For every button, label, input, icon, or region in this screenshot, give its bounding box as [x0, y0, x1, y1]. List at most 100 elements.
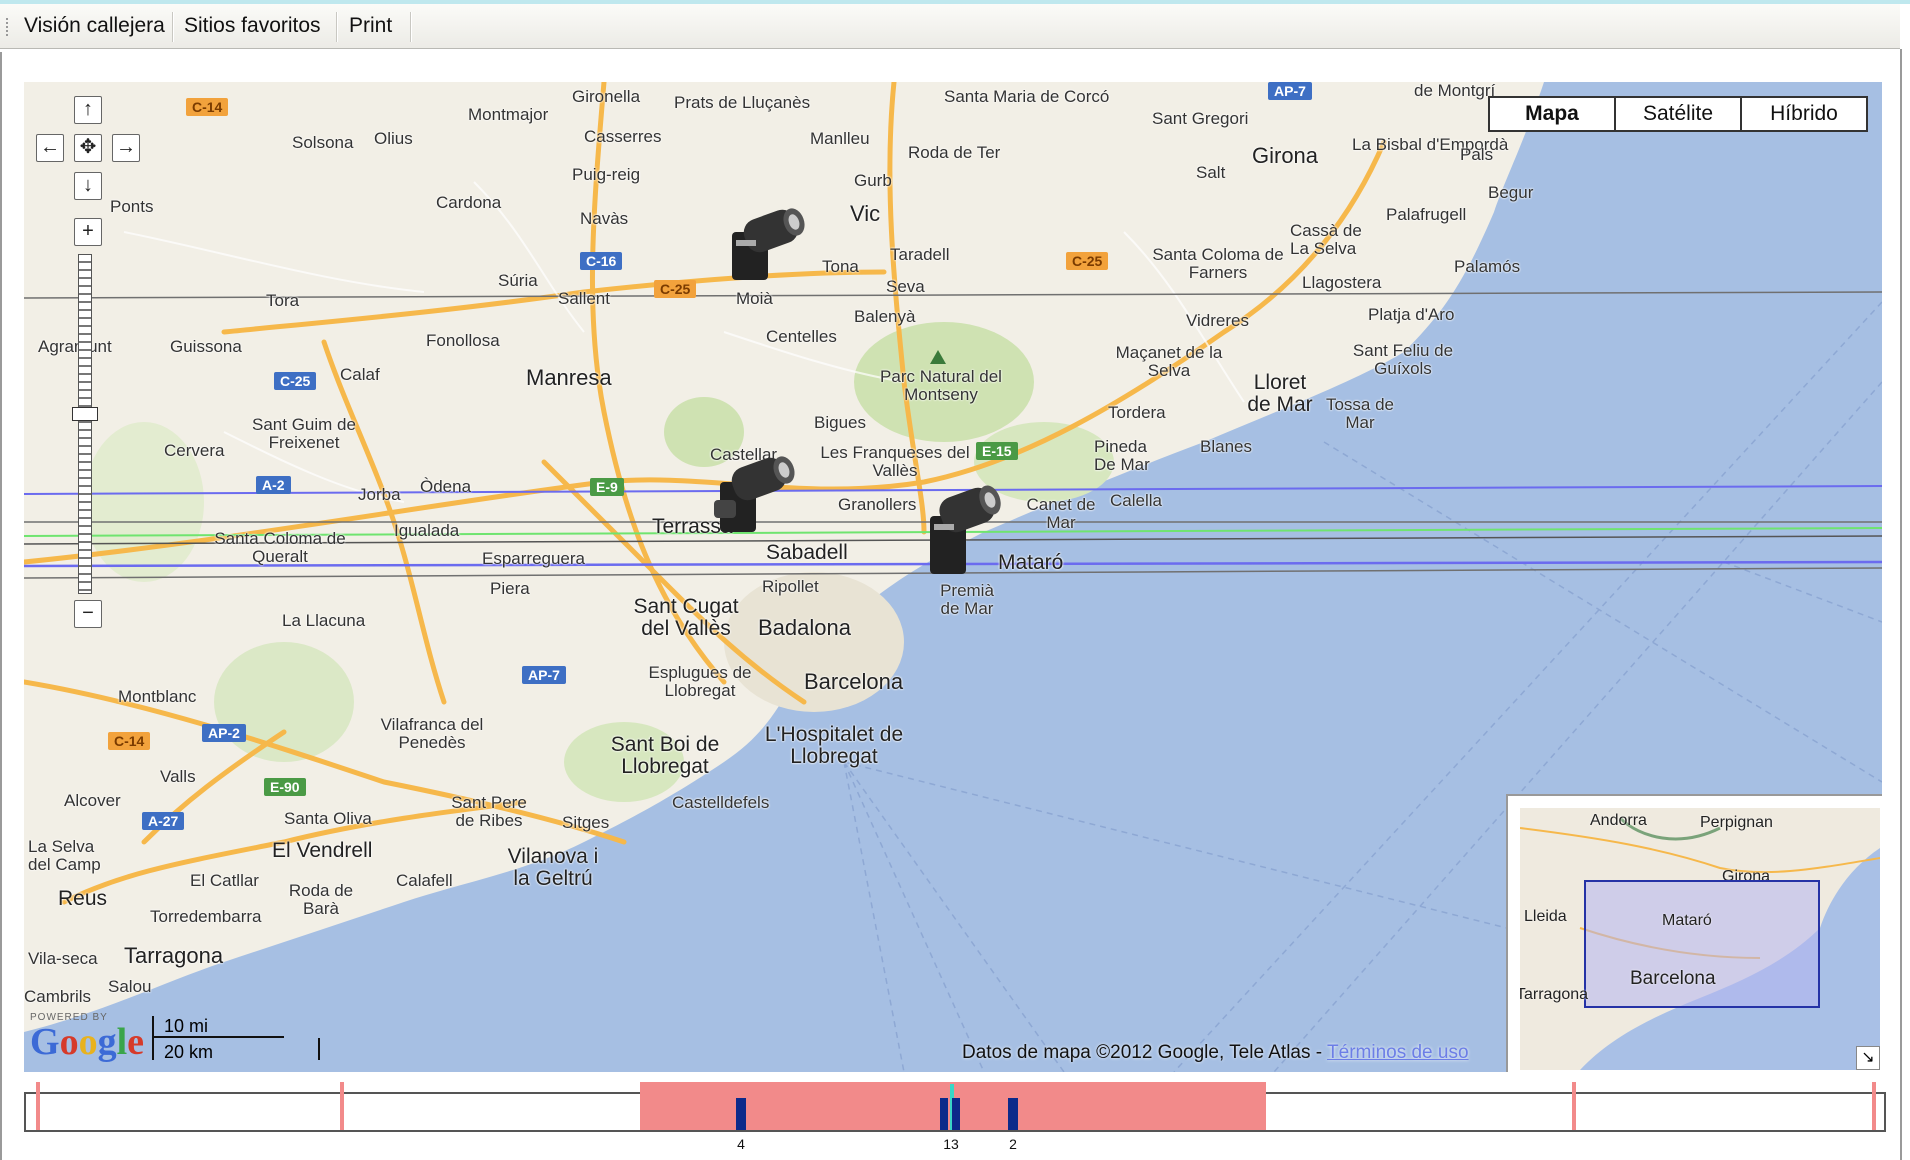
map-label: Canet de Mar [1026, 495, 1096, 532]
map-label: Girona [1252, 143, 1319, 168]
pan-center-button[interactable]: ✥ [74, 134, 102, 162]
google-logo[interactable]: POWERED BY Google [30, 1012, 144, 1061]
camera-marker-icon[interactable] [722, 206, 812, 292]
map-label: Cervera [164, 441, 225, 460]
map-type-control: Mapa Satélite Híbrido [1488, 96, 1868, 132]
map-label: Sant Gregori [1152, 109, 1249, 128]
zoom-in-button[interactable]: + [74, 218, 102, 246]
map-label: La Selva del Camp [28, 837, 101, 874]
pan-right-button[interactable]: → [112, 134, 140, 162]
favorite-sites-button[interactable]: Sitios favoritos [168, 4, 337, 48]
map-label: de Montgrí [1414, 82, 1496, 100]
map-label: Cardona [436, 193, 502, 212]
road-shield: E-9 [590, 478, 624, 496]
map-label: Palamós [1454, 257, 1521, 276]
zoom-slider-thumb[interactable] [72, 407, 98, 422]
overview-label: Mataró [1662, 912, 1712, 929]
map-label: Platja d'Aro [1368, 305, 1455, 324]
timeline-marker [36, 1082, 40, 1130]
print-button[interactable]: Print [333, 4, 408, 48]
map-label: Sant Feliu de Guíxols [1352, 341, 1454, 378]
zoom-slider-track[interactable] [78, 254, 92, 594]
map-label: Barcelona [804, 669, 904, 694]
map-label: Sant Cugat del Vallès [633, 595, 739, 641]
street-view-button[interactable]: Visión callejera [8, 4, 181, 48]
map-label: L'Hospitalet de Llobregat [764, 723, 904, 769]
camera-marker-icon[interactable] [710, 452, 804, 542]
timeline-event[interactable] [736, 1098, 746, 1130]
map-label: Sallent [558, 289, 610, 308]
map-label: Reus [58, 887, 108, 910]
map-type-satellite-button[interactable]: Satélite [1616, 98, 1742, 130]
pan-down-button[interactable]: ↓ [74, 172, 102, 200]
map-label: Torredembarra [150, 907, 262, 926]
map-label: Vilanova i la Geltrú [507, 845, 599, 891]
map-copyright: Datos de mapa ©2012 Google, Tele Atlas -… [962, 1042, 1469, 1063]
content-frame-left-border [0, 52, 2, 1160]
map-label: Granollers [838, 495, 917, 514]
map-label: Roda de Barà [288, 881, 354, 918]
map-label: Gironella [572, 87, 641, 106]
map-label: Sant Guim de Freixenet [252, 415, 356, 452]
map-label: Cassà de La Selva [1290, 221, 1362, 258]
map-label: Puig-reig [572, 165, 641, 184]
map-label: Parc Natural del Montseny [880, 367, 1002, 404]
timeline-event[interactable] [1008, 1098, 1018, 1130]
map-label: Santa Coloma de Farners [1152, 245, 1284, 282]
map-label: Maçanet de la Selva [1115, 343, 1223, 380]
overview-toggle-button[interactable]: ↘ [1856, 1046, 1880, 1070]
map-label: Sabadell [766, 541, 848, 564]
overview-label: Andorra [1590, 812, 1647, 829]
road-shield: C-14 [186, 98, 229, 116]
map-label: Navàs [580, 209, 629, 228]
map-label: Vic [850, 201, 881, 226]
map-label: Casserres [584, 127, 662, 146]
timeline-event[interactable] [952, 1098, 960, 1130]
pan-left-button[interactable]: ← [36, 134, 64, 162]
map-label: Salt [1196, 163, 1226, 182]
overview-map[interactable]: Andorra Perpignan Girona Lleida Mataró B… [1506, 794, 1882, 1072]
map-label: Pals [1460, 145, 1494, 164]
map-label: Santa Coloma de Queralt [214, 529, 346, 566]
map-label: El Vendrell [272, 839, 373, 862]
map-label: Cambrils [24, 987, 92, 1006]
map-label: Centelles [766, 327, 837, 346]
timeline-event[interactable] [940, 1098, 948, 1130]
timeline-count-label: 4 [737, 1136, 745, 1152]
map-canvas[interactable]: Gironella Prats de Lluçanès Santa Maria … [24, 82, 1882, 1072]
pan-up-button[interactable]: ↑ [74, 96, 102, 124]
map-label: Ponts [110, 197, 154, 216]
overview-label: Perpignan [1700, 814, 1773, 831]
map-label: Moià [736, 289, 773, 308]
overview-label: Tarragona [1520, 986, 1589, 1003]
map-type-map-button[interactable]: Mapa [1490, 98, 1616, 130]
overview-viewport-box[interactable]: Mataró Barcelona [1584, 880, 1820, 1008]
map-label: Palafrugell [1386, 205, 1467, 224]
google-logo-text: Google [30, 1021, 144, 1063]
camera-marker-icon[interactable] [918, 480, 1008, 580]
map-label: Llagostera [1302, 273, 1382, 292]
map-label: Vilafranca del Penedès [380, 715, 484, 752]
terms-of-use-link[interactable]: Términos de uso [1327, 1042, 1469, 1063]
map-label: Vila-seca [28, 949, 98, 968]
map-label: Vidreres [1186, 311, 1249, 330]
map-label: Esplugues de Llobregat [648, 663, 752, 700]
toolbar-separator [410, 12, 412, 42]
map-label: Valls [160, 767, 196, 786]
timeline-marker [340, 1082, 344, 1130]
map-label: Súria [498, 271, 538, 290]
road-shield: E-90 [264, 778, 306, 796]
map-label: Jorba [358, 485, 401, 504]
map-label: Premià de Mar [940, 581, 994, 618]
map-label: Balenyà [854, 307, 916, 326]
map-label: El Catllar [190, 871, 259, 890]
overview-label: Lleida [1524, 908, 1567, 925]
map-label: Manresa [526, 365, 612, 390]
zoom-out-button[interactable]: − [74, 600, 102, 628]
overview-map-canvas[interactable]: Andorra Perpignan Girona Lleida Mataró B… [1520, 808, 1880, 1070]
map-type-hybrid-button[interactable]: Híbrido [1742, 98, 1866, 130]
scale-miles: 10 mi [152, 1016, 284, 1038]
timeline-bar[interactable]: 4 13 2 [24, 1082, 1886, 1152]
map-label: Sant Pere de Ribes [451, 793, 527, 830]
timeline-marker [1572, 1082, 1576, 1130]
